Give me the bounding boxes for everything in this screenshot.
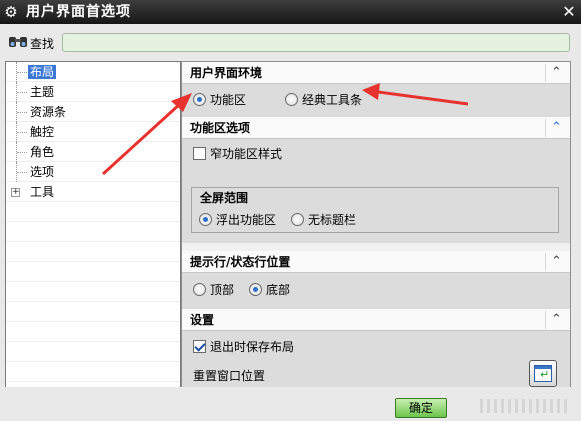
radio-dot — [291, 213, 304, 226]
radio-ribbon[interactable]: 功能区 — [193, 92, 273, 108]
chevron-up-icon[interactable]: ⌃ — [545, 253, 567, 271]
section-title: 用户界面环境 — [190, 66, 263, 80]
tree-branch-line — [16, 122, 27, 142]
tree-empty-row — [6, 262, 180, 282]
watermark — [480, 399, 570, 413]
search-row: 查找 — [0, 30, 581, 54]
title-bar: ⚙ 用户界面首选项 ✕ — [0, 0, 581, 24]
section-body-ui-environment: 功能区 经典工具条 — [182, 84, 570, 117]
reset-window-label: 重置窗口位置 — [193, 369, 266, 383]
reset-window-icon — [534, 365, 552, 382]
category-tree[interactable]: 布局 主题 资源条 触控 角色 选项 + 工具 — [5, 61, 181, 407]
radio-bottom[interactable]: 底部 — [249, 282, 309, 298]
window-title: 用户界面首选项 — [26, 4, 131, 20]
tree-empty-row — [6, 322, 180, 342]
radio-label: 浮出功能区 — [216, 213, 277, 227]
binoculars-icon — [9, 37, 27, 47]
tree-item-label: 工具 — [30, 185, 55, 199]
tree-item-label: 角色 — [30, 145, 55, 159]
chevron-up-icon[interactable]: ⌃ — [545, 311, 567, 329]
tree-item-touch[interactable]: 触控 — [6, 122, 180, 142]
radio-label: 经典工具条 — [302, 93, 363, 107]
tree-branch-line — [16, 102, 27, 122]
search-label: 查找 — [30, 37, 55, 51]
tree-empty-row — [6, 342, 180, 362]
checkbox-save-layout[interactable]: 退出时保存布局 — [193, 339, 313, 355]
section-header-ui-environment[interactable]: 用户界面环境 ⌃ — [182, 62, 570, 84]
tree-empty-row — [6, 302, 180, 322]
expand-plus-icon[interactable]: + — [11, 188, 20, 197]
ok-button[interactable]: 确定 — [395, 398, 447, 418]
radio-dot — [285, 93, 298, 106]
section-header-ribbon-options[interactable]: 功能区选项 ⌃ — [182, 117, 570, 139]
radio-label: 功能区 — [210, 93, 247, 107]
radio-label: 顶部 — [210, 283, 235, 297]
section-title: 功能区选项 — [190, 121, 251, 135]
reset-window-button[interactable] — [529, 360, 557, 387]
tree-item-layout[interactable]: 布局 — [6, 62, 180, 82]
tree-branch-line — [16, 142, 27, 162]
groupbox-fullscreen-scope: 全屏范围 浮出功能区 无标题栏 — [191, 187, 559, 233]
radio-label: 底部 — [266, 283, 291, 297]
dialog-footer: 确定 — [0, 387, 581, 421]
radio-float-ribbon[interactable]: 浮出功能区 — [199, 212, 289, 228]
tree-branch-line — [16, 62, 27, 82]
tree-empty-row — [6, 362, 180, 382]
tree-branch-line — [16, 162, 27, 182]
radio-dot — [199, 213, 212, 226]
tree-empty-row — [6, 202, 180, 222]
radio-dot — [193, 93, 206, 106]
radio-dot — [193, 283, 206, 296]
section-title: 设置 — [190, 313, 215, 327]
section-title: 提示行/状态行位置 — [190, 255, 291, 269]
section-body-ribbon-options: 窄功能区样式 全屏范围 浮出功能区 无标题栏 — [182, 139, 570, 243]
section-body-cue-line: 顶部 底部 — [182, 273, 570, 309]
settings-pane: 用户界面环境 ⌃ 功能区 经典工具条 功能区选项 ⌃ 窄功能区样式 全屏范围 浮… — [181, 61, 571, 407]
radio-dot — [249, 283, 262, 296]
close-icon[interactable]: ✕ — [560, 3, 578, 21]
tree-item-label: 资源条 — [30, 105, 67, 119]
tree-item-resource-bar[interactable]: 资源条 — [6, 102, 180, 122]
gear-icon[interactable]: ⚙ — [2, 3, 20, 21]
tree-item-label: 触控 — [30, 125, 55, 139]
tree-item-label: 主题 — [30, 85, 55, 99]
tree-item-role[interactable]: 角色 — [6, 142, 180, 162]
checkbox-box — [193, 147, 206, 160]
search-input[interactable] — [62, 33, 570, 52]
radio-classic-toolbar[interactable]: 经典工具条 — [285, 92, 385, 108]
radio-label: 无标题栏 — [308, 213, 357, 227]
checkbox-label: 退出时保存布局 — [210, 340, 295, 354]
checkbox-box — [193, 340, 206, 353]
section-header-cue-line[interactable]: 提示行/状态行位置 ⌃ — [182, 251, 570, 273]
tree-item-tools[interactable]: + 工具 — [6, 182, 180, 202]
checkbox-label: 窄功能区样式 — [210, 147, 283, 161]
radio-top[interactable]: 顶部 — [193, 282, 253, 298]
tree-item-options[interactable]: 选项 — [6, 162, 180, 182]
tree-item-theme[interactable]: 主题 — [6, 82, 180, 102]
group-label: 全屏范围 — [200, 191, 249, 205]
tree-empty-row — [6, 242, 180, 262]
chevron-up-icon[interactable]: ⌃ — [545, 119, 567, 137]
section-header-settings[interactable]: 设置 ⌃ — [182, 309, 570, 331]
tree-item-label: 选项 — [30, 165, 55, 179]
tree-branch-line — [16, 82, 27, 102]
dialog-body: 查找 布局 主题 资源条 触控 角色 选项 + 工具 用户界面环境 ⌃ 功能区 … — [0, 24, 581, 421]
checkbox-narrow-ribbon[interactable]: 窄功能区样式 — [193, 146, 303, 162]
chevron-up-icon[interactable]: ⌃ — [545, 64, 567, 82]
tree-empty-row — [6, 282, 180, 302]
radio-no-titlebar[interactable]: 无标题栏 — [291, 212, 381, 228]
tree-item-label: 布局 — [28, 65, 57, 79]
tree-empty-row — [6, 222, 180, 242]
